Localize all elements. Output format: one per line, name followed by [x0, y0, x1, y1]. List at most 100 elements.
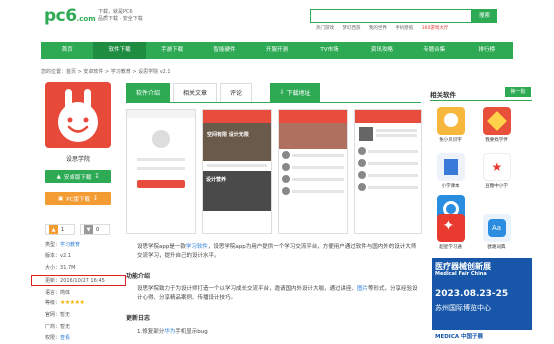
learning-star-icon: ✦: [436, 214, 465, 242]
pc-icon: ▣: [58, 195, 64, 202]
info-language: 语言：简体: [45, 289, 70, 296]
text-line: [292, 189, 344, 193]
info-label: 类型：: [45, 242, 61, 248]
nav-topics[interactable]: 专题合集: [408, 42, 460, 59]
info-label: 语言：: [45, 290, 61, 296]
nav-ranking[interactable]: 排行榜: [461, 42, 513, 59]
site-tagline: 下载，就是PC6 品质下载 · 安全下载: [98, 9, 143, 23]
avatar: [358, 171, 366, 179]
info-version: 版本：v2.1: [45, 252, 71, 259]
ad-date: 2023.08.23-25: [435, 289, 509, 299]
logo-text: pc6: [44, 6, 77, 26]
related-divider: [430, 100, 532, 101]
profile-header: [355, 123, 421, 145]
nav-home[interactable]: 首页: [41, 42, 93, 59]
info-label: 权限：: [45, 335, 61, 341]
nav-server-launch[interactable]: 开服开测: [251, 42, 303, 59]
search-input[interactable]: [310, 9, 472, 23]
nav-tv-market[interactable]: TV市场: [303, 42, 355, 59]
nav-news[interactable]: 资讯攻略: [356, 42, 408, 59]
info-label: 厂商：: [45, 324, 61, 330]
pc-download-label: PC版下载: [66, 196, 90, 203]
medical-fair-ad[interactable]: 医疗器械创新展 Medical Fair China 2023.08.23-25…: [432, 258, 532, 344]
profile-text-block: [376, 127, 417, 141]
avatar: [358, 183, 366, 191]
refresh-button[interactable]: 换一批: [505, 87, 531, 97]
info-value[interactable]: 查看: [60, 335, 70, 341]
log-link[interactable]: 华为: [164, 329, 175, 335]
dislike-count: 0: [96, 226, 100, 233]
intro-link[interactable]: 学习软件: [186, 244, 208, 250]
list-item: [355, 181, 421, 193]
nav-hardware[interactable]: 智能硬件: [198, 42, 250, 59]
android-download-button[interactable]: ▲ 安卓版下载 ↧: [45, 170, 111, 183]
info-value: 暂无: [60, 324, 71, 330]
list-item: [355, 169, 421, 181]
text-line: [368, 149, 418, 153]
info-vendor: 厂商：暂无: [45, 323, 70, 330]
avatar: [282, 187, 290, 195]
info-value[interactable]: 学习教育: [60, 242, 80, 248]
hot-link[interactable]: 梦幻西游: [342, 26, 360, 31]
func-link[interactable]: 图片: [357, 286, 368, 292]
related-app-8[interactable]: Aa 欧路词典: [480, 214, 513, 250]
nav-software[interactable]: 软件下载: [93, 42, 146, 59]
red-header: [355, 110, 421, 123]
text-line: [368, 173, 418, 177]
like-button[interactable]: ▲ 1: [45, 224, 75, 235]
download-arrow-icon: ↧: [94, 173, 100, 180]
tab-comments[interactable]: 评论: [220, 83, 253, 102]
related-app-2[interactable]: 我要找学伴: [480, 107, 513, 143]
related-app-4[interactable]: ★ 豆糖中小学: [480, 153, 513, 189]
login-button-mock: [137, 180, 185, 188]
related-app-7[interactable]: ✦ 超星学习通: [434, 214, 467, 250]
banner-text: 空间有限 设计无限: [207, 132, 249, 138]
info-label: 官网：: [45, 312, 61, 318]
text-line: [376, 129, 417, 132]
tab-download-label: 下载地址: [286, 90, 311, 97]
banner-photo: [279, 123, 347, 149]
download-arrow-icon: ↧: [92, 195, 98, 202]
logo-domain: .com: [76, 15, 96, 23]
hot-link[interactable]: 360游戏大厅: [422, 26, 449, 31]
pc-download-button[interactable]: ▣ PC版下载 ↧: [45, 192, 111, 205]
v-badge-icon: [482, 107, 511, 135]
log-title: 更新日志: [126, 315, 151, 322]
screenshot-home[interactable]: 空间有限 设计无限 设计营养: [202, 109, 272, 234]
hot-link[interactable]: 热门游戏: [316, 26, 334, 31]
tab-articles[interactable]: 相关文章: [173, 83, 218, 102]
screenshot-list[interactable]: [278, 109, 348, 234]
search-button[interactable]: 搜索: [472, 9, 497, 23]
screenshot-profile[interactable]: [354, 109, 422, 234]
intro-pre: 设思学院app是一款: [137, 244, 186, 250]
info-website: 官网：暂无: [45, 311, 70, 318]
list-item: [279, 161, 347, 173]
app-icon: [45, 82, 111, 148]
nav-mobile-games[interactable]: 手游下载: [146, 42, 198, 59]
rating-stars: ★★★★★: [60, 299, 85, 306]
related-app-1[interactable]: 免小贝识字: [434, 107, 467, 143]
related-app-3[interactable]: 小学课本: [434, 153, 467, 189]
screenshot-login[interactable]: [126, 109, 196, 234]
tab-intro[interactable]: 软件介绍: [126, 83, 171, 102]
like-count: 1: [61, 226, 65, 233]
dislike-button[interactable]: ▼ 0: [80, 224, 110, 235]
hot-link[interactable]: 我的世界: [369, 26, 387, 31]
hot-link[interactable]: 手机壁纸: [395, 26, 413, 31]
text-line: [292, 165, 344, 169]
related-app-name: 小学课本: [441, 184, 460, 189]
info-value: 暂无: [60, 312, 71, 318]
text-line: [292, 153, 344, 157]
star-logo-icon: ★: [482, 153, 511, 181]
related-app-name: 豆糖中小学: [485, 184, 508, 189]
tab-download[interactable]: ⇩ 下载地址: [270, 83, 320, 102]
avatar: [282, 151, 290, 159]
main-nav: 首页 软件下载 手游下载 智能硬件 开服开测 TV市场 资讯攻略 专题合集 排行…: [41, 42, 513, 59]
func-paragraph: 设思学院致力于为设计师打造一个以学习成长交流平台，邀请国内外设计大咖，通过讲座、…: [137, 285, 419, 303]
tabs-divider: [126, 102, 421, 103]
info-label: 等级：: [45, 300, 61, 306]
banner-photo: 空间有限 设计无限: [203, 123, 271, 161]
ad-place: 苏州国际博览中心: [435, 304, 491, 312]
log-paragraph: 1.修复部分华为手机显示bug: [137, 328, 419, 337]
info-value: v2.1: [60, 253, 71, 259]
